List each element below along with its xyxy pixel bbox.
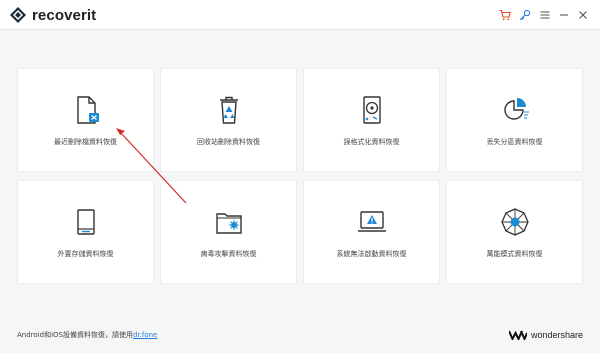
annotation-arrow	[116, 128, 187, 204]
drfone-link[interactable]: dr.fone	[133, 331, 157, 339]
hard-drive-icon	[355, 93, 389, 127]
brand-name: wondershare	[530, 330, 583, 340]
mode-card-all-around[interactable]: 萬能模式資料恢復	[446, 180, 583, 284]
title-bar: recoverit	[0, 0, 600, 30]
partition-icon	[498, 93, 532, 127]
mode-card-crashed-system[interactable]: 系統無法啟動資料恢復	[303, 180, 440, 284]
mode-label: 病毒攻擊資料恢復	[200, 250, 257, 258]
wondershare-logo-icon	[508, 330, 527, 340]
mode-card-formatted-drive[interactable]: 誤格式化資料恢復	[303, 68, 440, 172]
close-icon[interactable]	[575, 7, 591, 23]
mode-card-virus-attack[interactable]: 病毒攻擊資料恢復	[160, 180, 297, 284]
crashed-computer-icon	[355, 205, 389, 239]
recycle-bin-icon	[212, 93, 246, 127]
mode-card-deleted-files[interactable]: 最近刪除檔資料恢復	[17, 68, 154, 172]
wondershare-brand: wondershare	[508, 330, 583, 340]
minimize-icon[interactable]	[556, 7, 572, 23]
mode-card-recycle-bin[interactable]: 回收站刪除資料恢復	[160, 68, 297, 172]
mode-card-external-device[interactable]: 外置存儲資料恢復	[17, 180, 154, 284]
footer-note: Android和iOS設備資料恢復，請使用dr.fone	[17, 330, 157, 340]
mode-card-lost-partition[interactable]: 丟失分區資料恢復	[446, 68, 583, 172]
app-title: recoverit	[32, 6, 97, 24]
mode-label: 萬能模式資料恢復	[486, 250, 543, 258]
all-around-icon	[498, 205, 532, 239]
menu-icon[interactable]	[537, 7, 553, 23]
deleted-file-icon	[69, 93, 103, 127]
footer-text: Android和iOS設備資料恢復，請使用	[17, 331, 133, 339]
mode-label: 系統無法啟動資料恢復	[336, 250, 407, 258]
mode-label: 誤格式化資料恢復	[343, 138, 400, 146]
key-icon[interactable]	[517, 7, 533, 23]
mode-label: 外置存儲資料恢復	[57, 250, 114, 258]
mode-label: 丟失分區資料恢復	[486, 138, 543, 146]
mode-label: 回收站刪除資料恢復	[197, 138, 260, 146]
cart-icon[interactable]	[497, 7, 513, 23]
external-device-icon	[69, 205, 103, 239]
virus-folder-icon	[212, 205, 246, 239]
app-logo: recoverit	[10, 6, 96, 24]
mode-label: 最近刪除檔資料恢復	[54, 138, 117, 146]
recoverit-logo-icon	[10, 7, 26, 23]
